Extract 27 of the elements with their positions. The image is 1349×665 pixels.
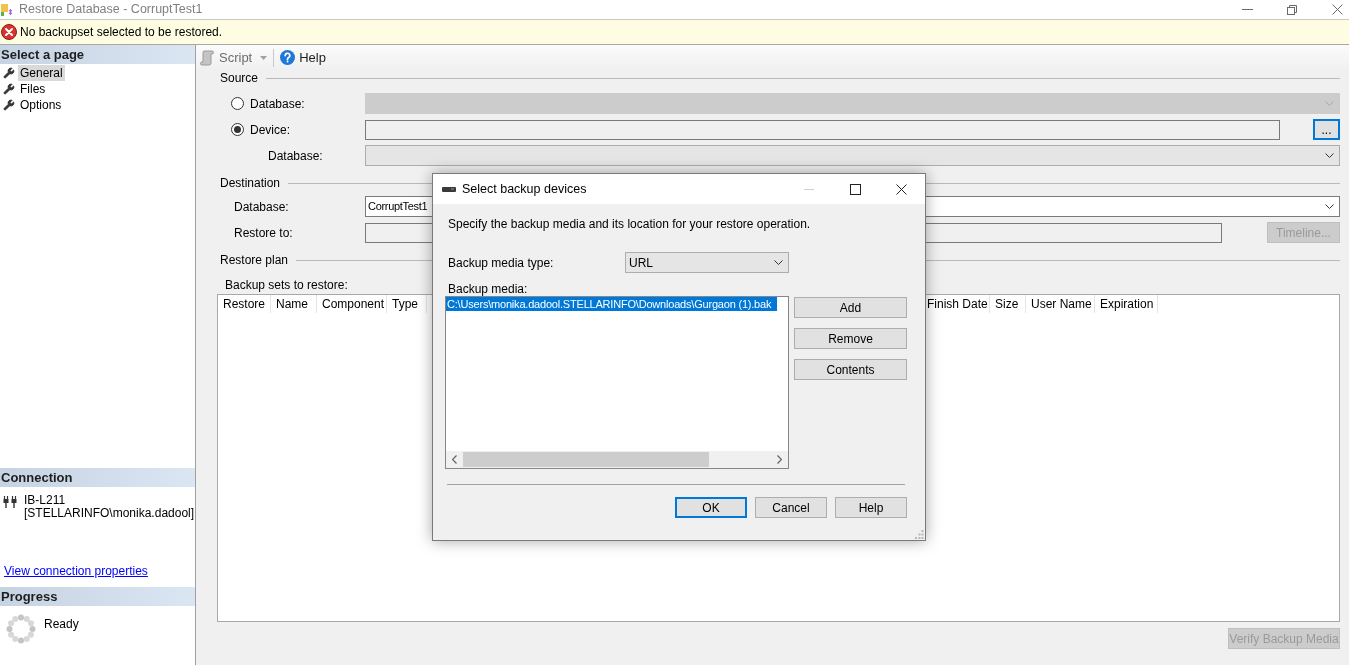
column-header: Expiration — [1095, 295, 1158, 313]
column-header: Type — [387, 295, 427, 313]
field-label: Restore to: — [234, 225, 293, 240]
dialog-description: Specify the backup media and its location for your restore operation. — [448, 217, 811, 231]
panel-header: Connection — [0, 468, 195, 487]
dialog-title: Select backup devices — [462, 180, 587, 198]
section-title: Source — [220, 70, 259, 87]
section-title: Destination — [220, 175, 281, 192]
column-header: Name — [271, 295, 317, 313]
login-name: [STELLARINFO\monika.dadool] — [24, 507, 195, 520]
dropdown-value: CorruptTest1 — [368, 199, 428, 215]
column-header: Restore — [218, 295, 271, 313]
section-title: Restore plan — [220, 252, 289, 269]
field-label: Database: — [268, 148, 323, 163]
field-label: Backup media: — [448, 282, 528, 296]
panel-header: Progress — [0, 587, 195, 606]
progress-status: Ready — [44, 616, 79, 633]
panel-header: Select a page — [0, 45, 195, 64]
error-message: No backupset selected to be restored. — [20, 24, 223, 41]
column-header: Size — [990, 295, 1026, 313]
server-name: IB-L211 — [24, 494, 67, 507]
field-label: Database: — [234, 199, 289, 214]
column-header: User Name — [1026, 295, 1095, 313]
field-label: Backup media type: — [448, 255, 554, 270]
column-header: Component — [317, 295, 387, 313]
table-label: Backup sets to restore: — [225, 278, 348, 292]
window-title: Restore Database - CorruptTest1 — [19, 1, 203, 19]
